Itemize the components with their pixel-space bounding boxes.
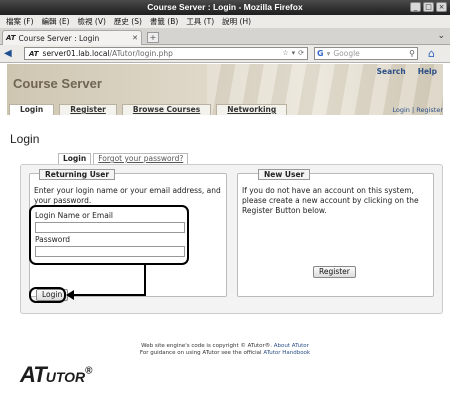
reload-icon[interactable]: ⟳ xyxy=(298,49,304,57)
tab-login[interactable]: Login xyxy=(9,104,55,115)
tab-register[interactable]: Register xyxy=(59,104,117,115)
back-arrow-icon[interactable]: ◀ xyxy=(4,48,12,60)
search-input[interactable]: Google xyxy=(333,49,359,58)
new-user-legend: New User xyxy=(258,169,311,180)
tab-browse-courses[interactable]: Browse Courses xyxy=(121,104,212,115)
site-identity-icon: AT xyxy=(29,49,39,58)
help-link[interactable]: Help xyxy=(418,67,437,76)
subtab-login[interactable]: Login xyxy=(58,153,92,164)
site-header: Course Server Search Help Login Register… xyxy=(7,64,443,115)
atutor-handbook-link[interactable]: ATutor Handbook xyxy=(263,350,310,356)
annotation-fields-box xyxy=(29,205,189,265)
site-title: Course Server xyxy=(13,76,102,91)
new-user-intro: If you do not have an account on this sy… xyxy=(242,186,419,215)
menu-bar: 檔案 (F) 編輯 (E) 檢視 (V) 歷史 (S) 書籤 (B) 工具 (T… xyxy=(0,15,450,28)
navigation-bar: ◀ AT server01.lab.local/ATutor/login.php… xyxy=(0,45,450,63)
window-title-bar: Course Server : Login - Mozilla Firefox … xyxy=(0,0,450,15)
search-engine-dropdown-icon[interactable]: ▾ xyxy=(327,49,331,58)
close-tab-icon[interactable]: ✕ xyxy=(132,34,138,42)
page-footer: Web site engine's code is copyright © AT… xyxy=(0,343,450,357)
window-controls: _ □ × xyxy=(410,2,447,12)
maximize-icon[interactable]: □ xyxy=(423,2,434,12)
annotation-login-box xyxy=(29,287,66,303)
menu-edit[interactable]: 編輯 (E) xyxy=(42,16,70,27)
url-host: server01.lab.local xyxy=(42,49,110,58)
tab-networking[interactable]: Networking xyxy=(216,104,288,115)
menu-history[interactable]: 歷史 (S) xyxy=(114,16,142,27)
search-link[interactable]: Search xyxy=(377,67,406,76)
browser-tab[interactable]: AT Course Server : Login ✕ xyxy=(2,30,142,45)
search-bar[interactable]: G ▾ Google ⚲ xyxy=(314,47,418,60)
header-top-links: Search Help xyxy=(377,67,437,76)
returning-user-intro: Enter your login name or your email addr… xyxy=(34,186,221,205)
browser-tab-strip: AT Course Server : Login ✕ + ⌄ xyxy=(0,28,450,45)
returning-user-legend: Returning User xyxy=(39,169,116,180)
annotation-arrow-line-horizontal xyxy=(72,294,146,296)
url-bar[interactable]: AT server01.lab.local/ATutor/login.php ☆… xyxy=(24,47,308,60)
menu-tools[interactable]: 工具 (T) xyxy=(186,16,214,27)
menu-bookmarks[interactable]: 書籤 (B) xyxy=(150,16,178,27)
copyright-text: Web site engine's code is copyright © AT… xyxy=(141,343,272,349)
new-user-section: New User If you do not have an account o… xyxy=(237,169,434,297)
page-title: Login xyxy=(10,132,40,146)
register-button[interactable]: Register xyxy=(313,266,356,278)
bookmark-star-icon[interactable]: ☆ xyxy=(282,49,288,57)
guidance-text: For guidance on using ATutor see the off… xyxy=(139,350,262,356)
annotation-arrow-line xyxy=(144,265,146,295)
home-icon[interactable]: ⌂ xyxy=(428,47,435,60)
subtab-forgot-password[interactable]: Forgot your password? xyxy=(93,153,189,164)
dropdown-arrow-icon[interactable]: ▾ xyxy=(292,49,296,57)
search-icon[interactable]: ⚲ xyxy=(409,49,415,58)
atutor-logo: ATUTOR® xyxy=(20,362,93,387)
tab-list-chevron-icon[interactable]: ⌄ xyxy=(437,31,445,41)
site-nav-tabs: Login Register Browse Courses Networking xyxy=(9,104,288,115)
url-path: /ATutor/login.php xyxy=(109,49,173,58)
about-atutor-link[interactable]: About ATutor xyxy=(274,343,309,349)
login-subtabs: Login Forgot your password? xyxy=(58,153,189,164)
close-icon[interactable]: × xyxy=(436,2,447,12)
window-title: Course Server : Login - Mozilla Firefox xyxy=(147,2,303,12)
annotation-arrow-head-icon xyxy=(66,290,74,300)
menu-file[interactable]: 檔案 (F) xyxy=(6,16,34,27)
minimize-icon[interactable]: _ xyxy=(410,2,421,12)
menu-view[interactable]: 檢視 (V) xyxy=(78,16,106,27)
google-icon[interactable]: G xyxy=(317,49,324,58)
menu-help[interactable]: 說明 (H) xyxy=(222,16,251,27)
browser-tab-title: Course Server : Login xyxy=(18,33,100,43)
new-tab-icon[interactable]: + xyxy=(147,32,159,43)
favicon-icon: AT xyxy=(6,34,16,42)
user-links[interactable]: Login | Register xyxy=(392,106,443,114)
